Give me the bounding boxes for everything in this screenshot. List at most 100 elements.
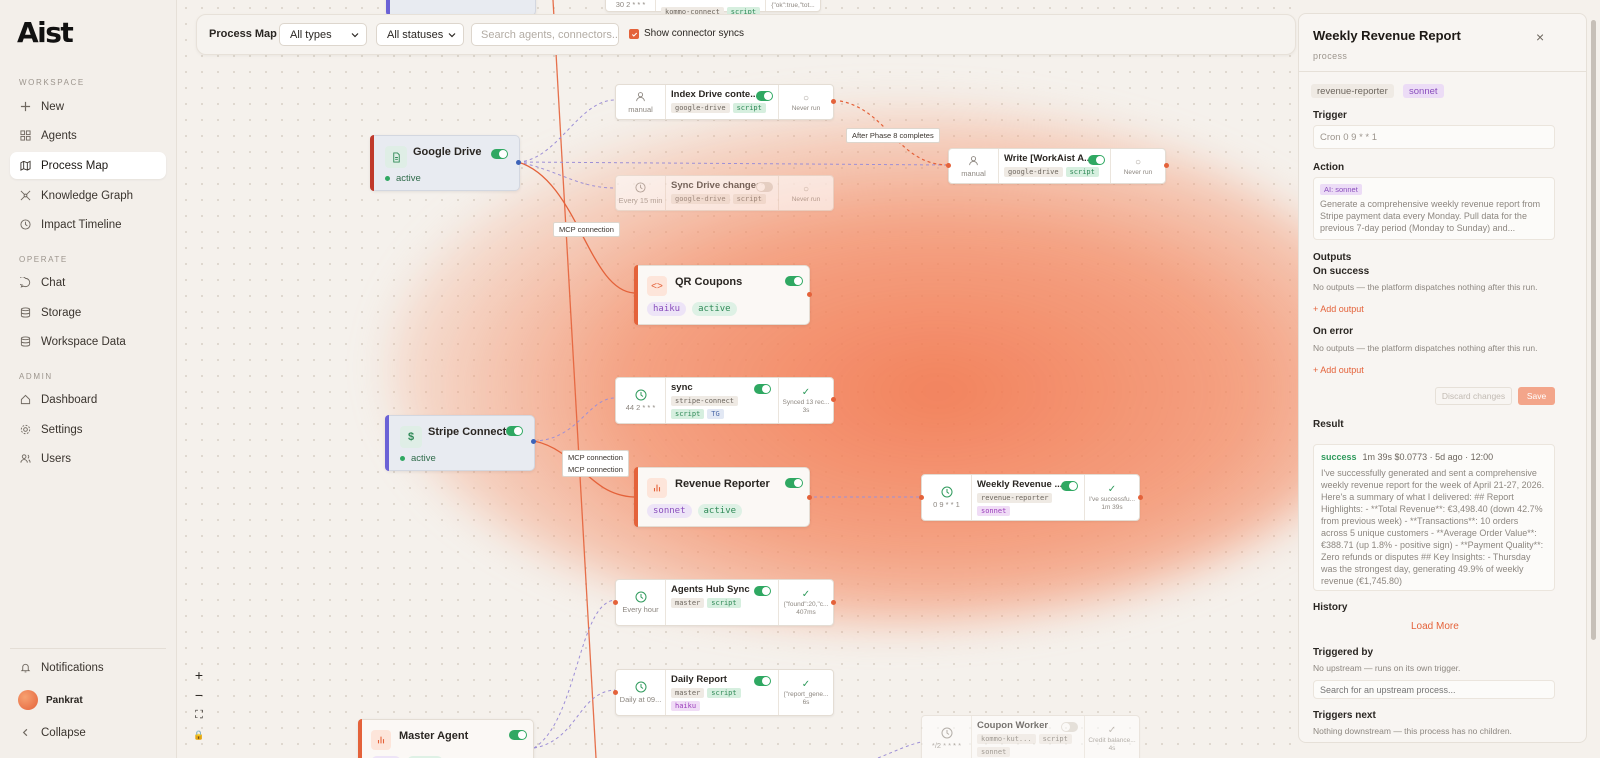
collapse-button[interactable]: Collapse: [10, 719, 166, 746]
process-tag: script: [1038, 734, 1072, 744]
agent-chip[interactable]: revenue-reporter: [1311, 84, 1394, 98]
output-port[interactable]: [516, 160, 521, 165]
zoom-controls: + − ⛶ 🔒: [188, 665, 214, 745]
fit-view-button[interactable]: ⛶: [188, 705, 210, 725]
process-node-index-drive[interactable]: manual Index Drive conte... google-drive s…: [615, 84, 834, 120]
sidebar-item-workspace-data[interactable]: Workspace Data: [10, 328, 166, 355]
avatar[interactable]: [18, 690, 38, 710]
sidebar-item-dashboard[interactable]: Dashboard: [10, 386, 166, 413]
source-node-stripe-connect[interactable]: $ Stripe Connect active: [385, 415, 535, 471]
process-last-result: Never run: [791, 104, 821, 112]
output-port[interactable]: [531, 439, 536, 444]
sidebar-item-storage[interactable]: Storage: [10, 299, 166, 326]
process-node-write-workaist[interactable]: manual Write [WorkAist A... google-drive s…: [948, 148, 1166, 184]
input-port[interactable]: [946, 163, 951, 168]
process-node-coupon-worker[interactable]: */2 * * * * Coupon Worker kommo-kut... scr…: [921, 715, 1140, 758]
process-tag: script: [707, 598, 741, 608]
input-port[interactable]: [613, 690, 618, 695]
sidebar-item-settings[interactable]: Settings: [10, 416, 166, 443]
source-enable-toggle[interactable]: [491, 149, 508, 159]
upstream-search-input[interactable]: [1313, 680, 1555, 699]
process-enable-toggle[interactable]: [756, 91, 773, 101]
add-output-success-button[interactable]: + Add output: [1313, 304, 1364, 314]
agent-enable-toggle[interactable]: [509, 730, 527, 740]
close-icon[interactable]: ×: [1536, 30, 1546, 44]
search-input[interactable]: [471, 23, 619, 46]
sidebar-item-chat[interactable]: Chat: [10, 269, 166, 296]
scrollbar-thumb[interactable]: [1591, 20, 1596, 640]
process-last-result: {"found":20,"c...: [783, 601, 829, 608]
app-logo[interactable]: Aist: [17, 16, 74, 49]
input-port[interactable]: [613, 600, 618, 605]
process-node-daily-report[interactable]: Daily at 09... Daily Report master script h…: [615, 669, 834, 716]
output-port[interactable]: [831, 99, 836, 104]
agent-enable-toggle[interactable]: [785, 276, 803, 286]
clock-icon: [941, 486, 953, 498]
process-enable-toggle[interactable]: [1061, 722, 1078, 732]
lock-button[interactable]: 🔒: [188, 725, 210, 745]
output-port[interactable]: [1138, 495, 1143, 500]
section-label-workspace: WORKSPACE: [19, 78, 85, 87]
sidebar-item-new[interactable]: New: [10, 93, 166, 120]
trigger-field[interactable]: Cron 0 9 * * 1: [1313, 125, 1555, 149]
process-tag: revenue-reporter: [977, 493, 1053, 503]
process-tag: script: [732, 103, 766, 113]
process-node-agents-hub-sync[interactable]: Every hour Agents Hub Sync master script ✓…: [615, 579, 834, 626]
sidebar-item-users[interactable]: Users: [10, 445, 166, 472]
process-node-kommo-sync[interactable]: 30 2 * * * kommo-connect script {"ok":tru…: [605, 0, 821, 17]
process-enable-toggle[interactable]: [756, 182, 773, 192]
agent-node-master-agent[interactable]: Master Agent: [358, 719, 534, 758]
process-tag: kommo-kut...: [977, 734, 1036, 744]
notifications-button[interactable]: Notifications: [10, 654, 166, 681]
process-enable-toggle[interactable]: [754, 586, 771, 596]
zoom-in-button[interactable]: +: [188, 665, 210, 685]
sidebar-item-agents[interactable]: Agents: [10, 122, 166, 149]
process-map-canvas[interactable]: 30 2 * * * kommo-connect script {"ok":tru…: [178, 0, 1298, 758]
process-tag: script: [732, 194, 766, 204]
show-syncs-checkbox[interactable]: [629, 29, 639, 39]
output-port[interactable]: [807, 495, 812, 500]
sidebar-item-process-map[interactable]: Process Map: [10, 152, 166, 179]
process-last-result: {"report_gene...: [783, 691, 829, 698]
chat-icon: [20, 277, 31, 288]
agent-node-revenue-reporter[interactable]: Revenue Reporter sonnet active: [634, 467, 810, 527]
zoom-out-button[interactable]: −: [188, 685, 210, 705]
clock-icon: [635, 389, 647, 401]
load-more-button[interactable]: Load More: [1411, 621, 1459, 632]
input-port[interactable]: [919, 495, 924, 500]
save-button[interactable]: Save: [1518, 387, 1555, 405]
output-port[interactable]: [807, 292, 812, 297]
show-syncs-label[interactable]: Show connector syncs: [644, 28, 744, 39]
add-output-error-button[interactable]: + Add output: [1313, 365, 1364, 375]
process-enable-toggle[interactable]: [1088, 155, 1105, 165]
process-node-stripe-sync[interactable]: 44 2 * * * sync stripe-connect script TG ✓ S…: [615, 377, 834, 424]
output-port[interactable]: [1164, 163, 1169, 168]
process-node-sync-drive[interactable]: Every 15 min Sync Drive changes google-dr…: [615, 175, 834, 211]
sidebar-item-knowledge-graph[interactable]: Knowledge Graph: [10, 182, 166, 209]
process-enable-toggle[interactable]: [754, 676, 771, 686]
on-error-text: No outputs — the platform dispatches not…: [1313, 343, 1538, 353]
discard-changes-button[interactable]: Discard changes: [1435, 387, 1512, 405]
output-port[interactable]: [831, 397, 836, 402]
source-node-google-drive[interactable]: Google Drive active: [370, 135, 520, 191]
panel-scrollbar[interactable]: [1591, 20, 1596, 740]
process-node-weekly-revenue[interactable]: 0 9 * * 1 Weekly Revenue ... revenue-repo…: [921, 474, 1140, 521]
process-duration: 6s: [802, 699, 810, 706]
process-tag: script: [671, 409, 705, 419]
model-chip[interactable]: sonnet: [1403, 84, 1444, 98]
process-enable-toggle[interactable]: [1061, 481, 1078, 491]
result-box: success 1m 39s $0.0773 · 5d ago · 12:00 I…: [1313, 444, 1555, 591]
agent-node-qr-coupons[interactable]: <> QR Coupons haiku active: [634, 265, 810, 325]
status-filter-select[interactable]: All statuses: [376, 23, 464, 46]
action-field[interactable]: AI: sonnet Generate a comprehensive week…: [1313, 177, 1555, 240]
outputs-label: Outputs: [1313, 252, 1352, 263]
success-check-icon: ✓: [801, 589, 811, 600]
type-filter-select[interactable]: All types: [279, 23, 367, 46]
agent-enable-toggle[interactable]: [785, 478, 803, 488]
source-enable-toggle[interactable]: [506, 426, 523, 436]
model-badge: haiku: [647, 302, 687, 316]
output-port[interactable]: [831, 600, 836, 605]
process-enable-toggle[interactable]: [754, 384, 771, 394]
sidebar-item-impact-timeline[interactable]: Impact Timeline: [10, 211, 166, 238]
status-filter-value: All statuses: [387, 28, 444, 41]
